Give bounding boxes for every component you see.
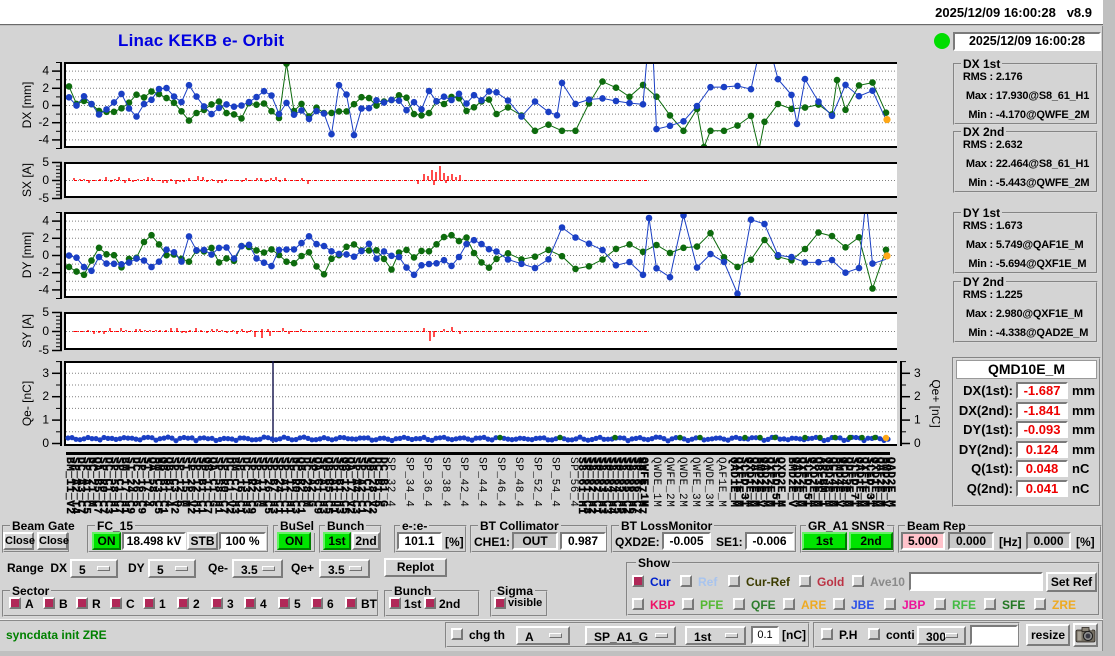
svg-text:1: 1 [914,413,921,427]
svg-text:Qe- [nC]: Qe- [nC] [20,381,34,426]
svg-text:SP_38_4: SP_38_4 [439,457,451,507]
svg-text:0: 0 [42,98,49,112]
svg-text:SP_54_4: SP_54_4 [549,457,561,507]
svg-text:SP_36_4: SP_36_4 [421,457,433,507]
svg-text:QXD2E_M: QXD2E_M [774,457,786,507]
svg-text:SP_52_4: SP_52_4 [530,457,542,507]
svg-text:0: 0 [914,436,921,450]
svg-text:-4: -4 [38,282,49,296]
svg-text:DY [mm]: DY [mm] [20,232,34,278]
svg-text:QWDE_3M: QWDE_3M [702,457,714,507]
svg-text:2: 2 [42,231,49,245]
svg-text:-5: -5 [38,191,49,205]
svg-text:0: 0 [42,324,49,338]
svg-text:-4: -4 [38,132,49,146]
svg-text:1: 1 [42,413,49,427]
svg-text:QWDE_2M: QWDE_2M [676,457,688,507]
svg-text:3: 3 [42,366,49,380]
svg-text:2: 2 [42,389,49,403]
svg-text:SP_34_4: SP_34_4 [402,457,414,507]
svg-text:QWFE_2M: QWFE_2M [663,457,675,507]
svg-text:4: 4 [42,64,49,78]
svg-text:5: 5 [42,305,49,319]
svg-text:SX [A]: SX [A] [20,163,34,197]
svg-text:0: 0 [42,436,49,450]
svg-text:SP_32_4: SP_32_4 [384,457,396,507]
svg-text:QWFE_1M: QWFE_1M [637,457,649,507]
svg-text:2: 2 [42,81,49,95]
svg-text:SY [A]: SY [A] [20,314,34,348]
svg-text:QWFE_3M: QWFE_3M [689,457,701,507]
svg-text:0: 0 [42,248,49,262]
svg-text:SP_48_4: SP_48_4 [512,457,524,507]
svg-text:Qe+ [nC]: Qe+ [nC] [929,379,940,427]
svg-text:2: 2 [914,389,921,403]
svg-text:-2: -2 [38,115,49,129]
svg-text:-2: -2 [38,265,49,279]
svg-text:SP_42_4: SP_42_4 [457,457,469,507]
svg-text:5: 5 [42,155,49,169]
svg-text:4: 4 [42,214,49,228]
svg-text:QAD2E_M: QAD2E_M [884,457,896,507]
svg-text:QWDE_1M: QWDE_1M [650,457,662,507]
svg-text:SP_44_4: SP_44_4 [476,457,488,507]
svg-text:3: 3 [914,366,921,380]
svg-text:0: 0 [42,173,49,187]
svg-text:SP_46_4: SP_46_4 [494,457,506,507]
svg-text:-5: -5 [38,343,49,357]
svg-text:QAF1E_M: QAF1E_M [715,457,727,507]
svg-text:DX [mm]: DX [mm] [20,82,34,129]
